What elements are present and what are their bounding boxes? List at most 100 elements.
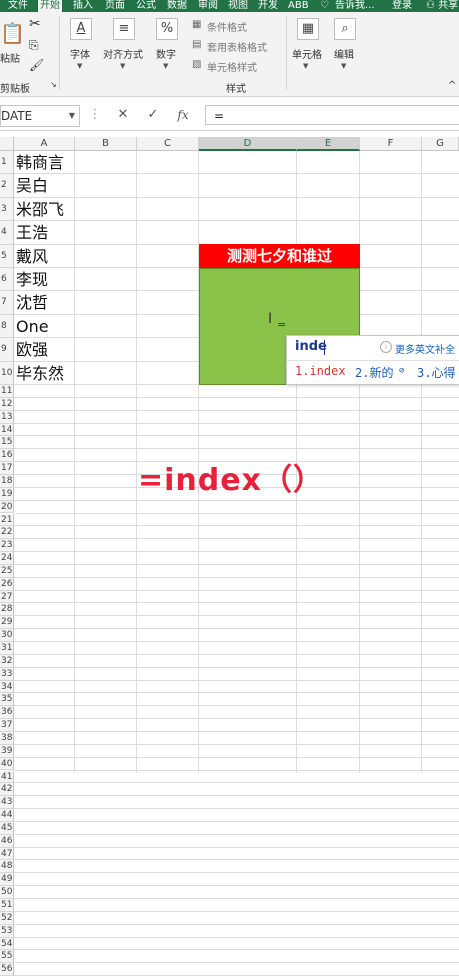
row-header[interactable]: 30 [0, 629, 14, 642]
row-header[interactable]: 24 [0, 552, 14, 565]
login-link[interactable]: 登录 [390, 0, 414, 12]
tab-formulas[interactable]: 公式 [134, 0, 158, 12]
tab-abbyy[interactable]: ABB [286, 0, 311, 12]
row-header[interactable]: 38 [0, 731, 14, 745]
row-header[interactable]: 16 [0, 449, 14, 463]
row-header[interactable]: 35 [0, 693, 14, 707]
formula-input[interactable]: = [205, 105, 459, 125]
row-header[interactable]: 3 [0, 197, 14, 222]
row-header[interactable]: 52 [0, 911, 14, 925]
row-header[interactable]: 51 [0, 899, 14, 912]
row-header[interactable]: 4 [0, 221, 14, 245]
format-painter-icon[interactable]: 🖌 [29, 58, 44, 72]
alignment-icon[interactable]: ≡ [113, 18, 135, 40]
tell-me-box[interactable]: 告诉我... [333, 0, 377, 12]
tab-review[interactable]: 审阅 [196, 0, 220, 12]
tab-insert[interactable]: 插入 [71, 0, 95, 12]
insert-function-button[interactable]: fx [172, 105, 194, 125]
column-header-b[interactable]: B [75, 137, 137, 151]
chevron-down-icon[interactable]: ▼ [341, 62, 346, 70]
name-box[interactable]: DATE ▼ [0, 105, 80, 127]
row-header[interactable]: 44 [0, 809, 14, 822]
row-header[interactable]: 2 [0, 174, 14, 198]
row-header[interactable]: 33 [0, 667, 14, 681]
cell-a-name[interactable]: One [16, 316, 49, 337]
row-header[interactable]: 13 [0, 410, 14, 424]
row-header[interactable]: 29 [0, 616, 14, 630]
row-header[interactable]: 20 [0, 500, 14, 514]
row-header[interactable]: 14 [0, 423, 14, 437]
row-header[interactable]: 9 [0, 338, 14, 362]
tab-file[interactable]: 文件 [6, 0, 30, 12]
percent-icon[interactable]: % [156, 18, 178, 40]
cell-style-button[interactable]: 单元格样式 [207, 59, 257, 74]
row-header[interactable]: 23 [0, 539, 14, 553]
row-header[interactable]: 8 [0, 314, 14, 339]
row-header[interactable]: 34 [0, 680, 14, 694]
chevron-down-icon[interactable]: ▼ [77, 62, 82, 70]
cell-a-name[interactable]: 米邵飞 [16, 199, 64, 220]
row-header[interactable]: 5 [0, 244, 14, 268]
alignment-label[interactable]: 对齐方式 [103, 46, 143, 61]
row-header[interactable]: 41 [0, 770, 14, 784]
row-header[interactable]: 47 [0, 847, 14, 861]
row-header[interactable]: 46 [0, 834, 14, 848]
chevron-down-icon[interactable]: ▼ [69, 106, 75, 126]
row-header[interactable]: 1 [0, 151, 14, 175]
row-header[interactable]: 10 [0, 361, 14, 385]
cell-a-name[interactable]: 王浩 [16, 222, 48, 243]
cell-a-name[interactable]: 毕东然 [16, 363, 64, 384]
row-header[interactable]: 11 [0, 385, 14, 398]
cell-a-name[interactable]: 吴白 [16, 175, 48, 196]
chevron-down-icon[interactable]: ▼ [120, 62, 125, 70]
enter-icon[interactable]: ✓ [142, 105, 164, 125]
select-all-corner[interactable] [0, 137, 14, 151]
column-header-f[interactable]: F [360, 137, 422, 151]
editing-label[interactable]: 编辑 [334, 46, 354, 61]
column-header-c[interactable]: C [137, 137, 199, 151]
row-header[interactable]: 53 [0, 924, 14, 938]
row-header[interactable]: 48 [0, 860, 14, 874]
cell-a-name[interactable]: 沈哲 [16, 292, 48, 313]
row-header[interactable]: 21 [0, 513, 14, 527]
ime-candidate-3[interactable]: 3.心得 [417, 364, 455, 381]
column-header-e[interactable]: E [297, 137, 360, 151]
row-header[interactable]: 17 [0, 462, 14, 475]
row-header[interactable]: 27 [0, 590, 14, 604]
row-header[interactable]: 28 [0, 603, 14, 617]
row-header[interactable]: 19 [0, 487, 14, 501]
ime-candidate-2[interactable]: 2.新的 [355, 364, 393, 381]
cells-icon[interactable]: ▦ [297, 18, 319, 40]
row-header[interactable]: 22 [0, 526, 14, 540]
row-header[interactable]: 45 [0, 821, 14, 835]
tab-page-layout[interactable]: 页面 [103, 0, 127, 12]
cell-a-name[interactable]: 欧强 [16, 339, 48, 360]
share-button[interactable]: ⚇ 共享 [424, 0, 459, 12]
row-header[interactable]: 6 [0, 268, 14, 292]
cell-a-name[interactable]: 戴风 [16, 246, 48, 267]
row-header[interactable]: 56 [0, 963, 14, 976]
tab-home[interactable]: 开始 [37, 0, 63, 12]
tab-developer[interactable]: 开发 [256, 0, 280, 12]
cell-a-name[interactable]: 李现 [16, 269, 48, 290]
tab-view[interactable]: 视图 [226, 0, 250, 12]
row-header[interactable]: 18 [0, 474, 14, 488]
row-header[interactable]: 15 [0, 436, 14, 450]
collapse-ribbon-icon[interactable]: ^ [448, 80, 456, 91]
row-header[interactable]: 40 [0, 757, 14, 771]
ime-more-english-link[interactable]: 更多英文补全 [395, 341, 455, 356]
row-header[interactable]: 50 [0, 886, 14, 899]
dialog-launcher-icon[interactable]: ↘ [50, 80, 57, 89]
row-header[interactable]: 32 [0, 654, 14, 668]
copy-icon[interactable]: ⎘ [29, 38, 39, 53]
conditional-format-button[interactable]: 条件格式 [207, 19, 247, 34]
cells-label[interactable]: 单元格 [292, 46, 322, 61]
column-header-a[interactable]: A [14, 137, 75, 151]
cell-a-name[interactable]: 韩商言 [16, 152, 64, 173]
font-label[interactable]: 字体 [70, 46, 90, 61]
row-header[interactable]: 55 [0, 950, 14, 964]
merged-title-cell[interactable]: 测测七夕和谁过 [199, 244, 360, 268]
chevron-down-icon[interactable]: ▼ [163, 62, 168, 70]
column-header-g[interactable]: G [422, 137, 459, 151]
ime-candidate-1[interactable]: 1.index [295, 364, 346, 378]
